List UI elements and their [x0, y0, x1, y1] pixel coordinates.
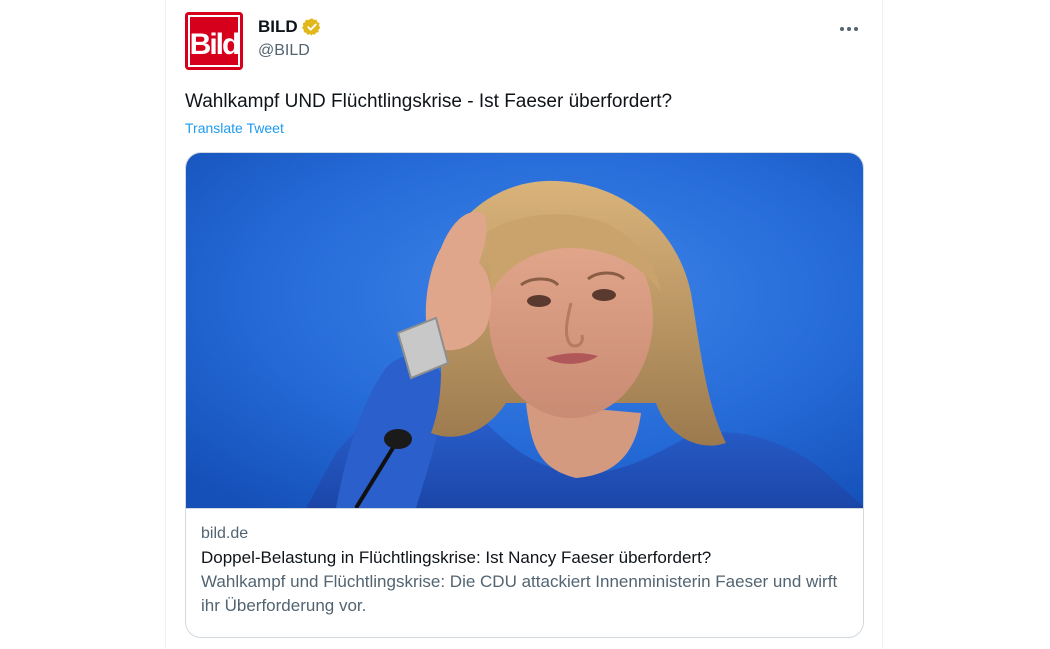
verified-badge-icon [301, 17, 322, 37]
tweet-text: Wahlkampf UND Flüchtlingskrise - Ist Fae… [185, 91, 673, 112]
translate-tweet-link[interactable]: Translate Tweet [185, 119, 284, 137]
tweet-column: Bild BILD @BILD Wahlkampf UND Flüchtling… [165, 0, 883, 649]
author-handle[interactable]: @BILD [258, 41, 322, 61]
link-card[interactable]: bild.de Doppel-Belastung in Flüchtlingsk… [185, 152, 864, 638]
card-image[interactable] [186, 153, 863, 508]
card-description: Wahlkampf und Flüchtlingskrise: Die CDU … [201, 572, 838, 615]
card-title: Doppel-Belastung in Flüchtlingskrise: Is… [201, 548, 712, 567]
author-name[interactable]: BILD [258, 16, 298, 38]
author-block: BILD @BILD [258, 16, 322, 61]
more-options-button[interactable] [834, 14, 864, 44]
bild-logo: Bild [185, 12, 243, 70]
card-domain: bild.de [201, 525, 249, 542]
svg-text:Bild: Bild [190, 28, 239, 61]
card-body[interactable]: bild.de Doppel-Belastung in Flüchtlingsk… [186, 508, 863, 637]
more-horizontal-icon [840, 27, 858, 31]
page: Bild BILD @BILD Wahlkampf UND Flüchtling… [0, 0, 1050, 649]
name-row: BILD [258, 16, 322, 38]
article-photo [186, 153, 863, 508]
avatar[interactable]: Bild [185, 12, 243, 70]
